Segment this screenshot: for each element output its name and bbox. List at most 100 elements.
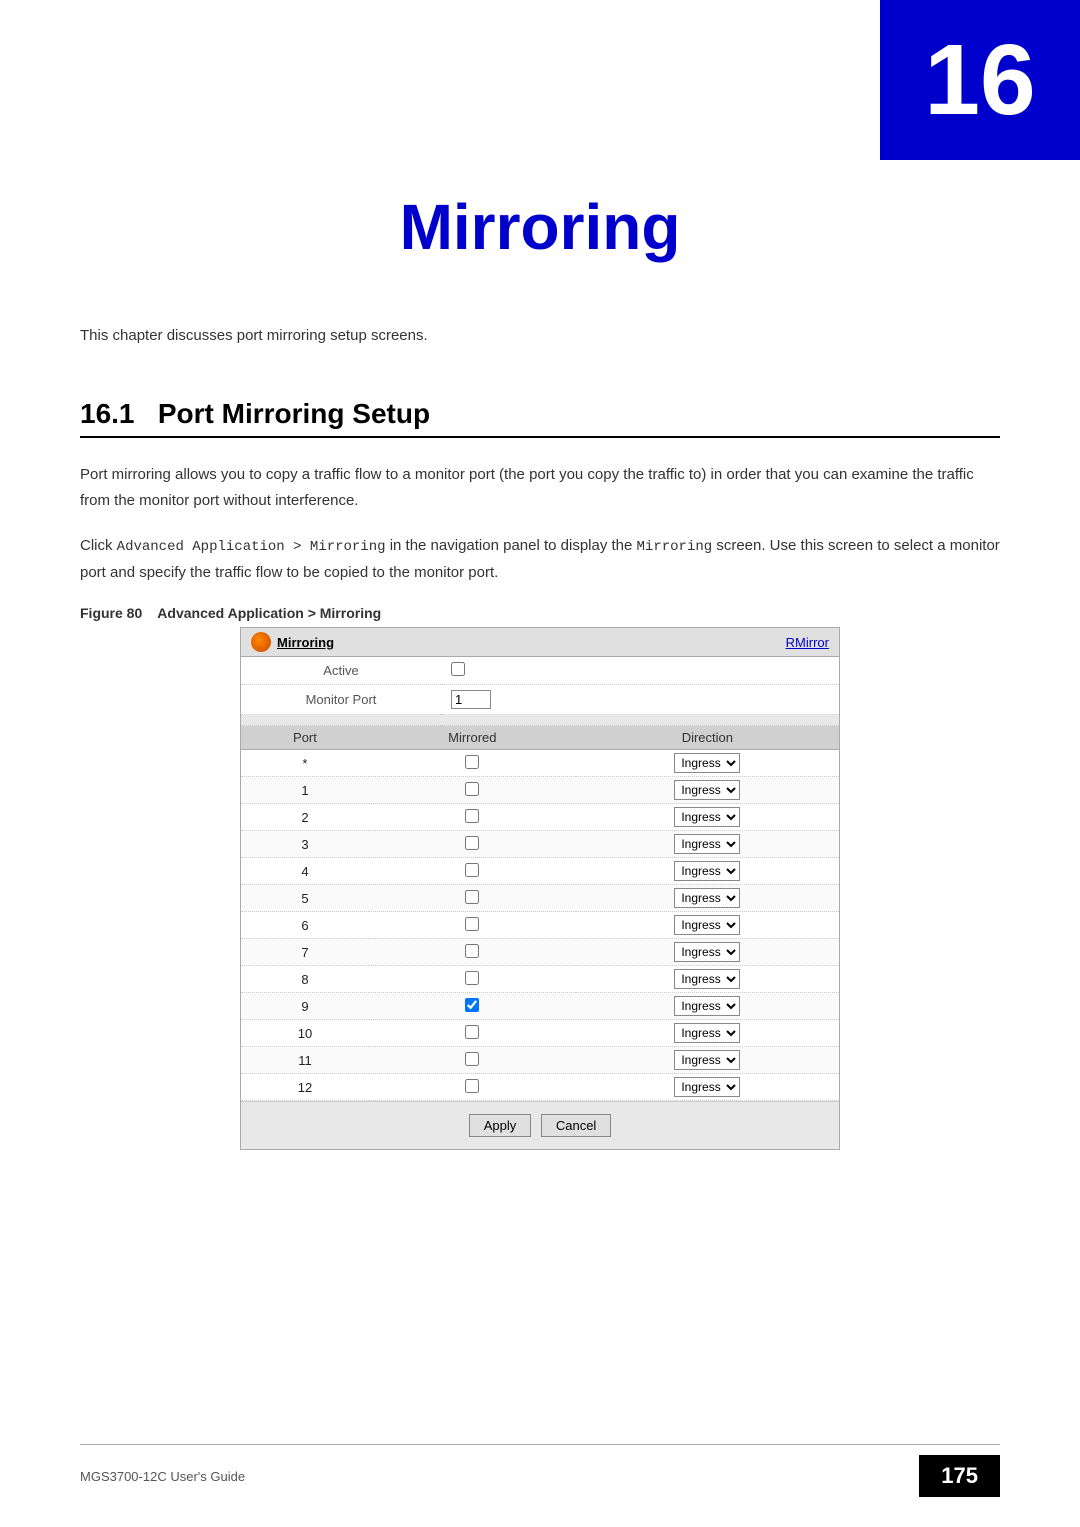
direction-cell: IngressEgressBoth — [576, 993, 839, 1020]
table-row: 12 IngressEgressBoth — [241, 1074, 839, 1101]
port-number: * — [241, 750, 369, 777]
port-number: 4 — [241, 858, 369, 885]
mirrored-checkbox[interactable] — [465, 917, 479, 931]
col-mirrored: Mirrored — [369, 726, 576, 750]
panel-header-left: Mirroring — [251, 632, 334, 652]
port-number: 2 — [241, 804, 369, 831]
figure-label: Figure 80 Advanced Application > Mirrori… — [80, 605, 1000, 621]
direction-select[interactable]: IngressEgressBoth — [674, 861, 740, 881]
ui-panel: Mirroring RMirror Active Monitor Port — [240, 627, 840, 1150]
table-row: 10 IngressEgressBoth — [241, 1020, 839, 1047]
separator-row — [241, 715, 839, 726]
col-direction: Direction — [576, 726, 839, 750]
direction-select[interactable]: IngressEgressBoth — [674, 780, 740, 800]
active-label: Active — [241, 657, 441, 685]
direction-cell: IngressEgressBoth — [576, 939, 839, 966]
direction-select[interactable]: IngressEgressBoth — [674, 915, 740, 935]
direction-select[interactable]: IngressEgressBoth — [674, 996, 740, 1016]
direction-cell: IngressEgressBoth — [576, 912, 839, 939]
chapter-number: 16 — [924, 30, 1035, 130]
direction-select[interactable]: IngressEgressBoth — [674, 753, 740, 773]
mirrored-checkbox[interactable] — [465, 971, 479, 985]
intro-text: This chapter discusses port mirroring se… — [80, 324, 1000, 348]
active-checkbox[interactable] — [451, 662, 465, 676]
port-number: 10 — [241, 1020, 369, 1047]
direction-cell: IngressEgressBoth — [576, 1074, 839, 1101]
direction-cell: IngressEgressBoth — [576, 777, 839, 804]
table-row: * IngressEgressBoth — [241, 750, 839, 777]
body-paragraph-1: Port mirroring allows you to copy a traf… — [80, 462, 1000, 513]
direction-select[interactable]: IngressEgressBoth — [674, 942, 740, 962]
mirrored-checkbox[interactable] — [465, 782, 479, 796]
monitor-port-input[interactable] — [451, 690, 491, 709]
direction-cell: IngressEgressBoth — [576, 858, 839, 885]
direction-cell: IngressEgressBoth — [576, 966, 839, 993]
mirrored-checkbox[interactable] — [465, 755, 479, 769]
mirrored-checkbox[interactable] — [465, 836, 479, 850]
button-row: Apply Cancel — [241, 1101, 839, 1149]
direction-cell: IngressEgressBoth — [576, 831, 839, 858]
port-table: Port Mirrored Direction * IngressEgressBo… — [241, 726, 839, 1101]
config-table: Active Monitor Port — [241, 657, 839, 726]
mirrored-checkbox[interactable] — [465, 890, 479, 904]
chapter-box: 16 — [880, 0, 1080, 160]
direction-select[interactable]: IngressEgressBoth — [674, 969, 740, 989]
section-number: 16.1 — [80, 398, 135, 429]
mirrored-checkbox[interactable] — [465, 1052, 479, 1066]
mirrored-checkbox[interactable] — [465, 944, 479, 958]
table-row: 5 IngressEgressBoth — [241, 885, 839, 912]
direction-select[interactable]: IngressEgressBoth — [674, 888, 740, 908]
mirrored-checkbox[interactable] — [465, 809, 479, 823]
mirrored-cell — [369, 1047, 576, 1074]
mirrored-checkbox[interactable] — [465, 998, 479, 1012]
panel-title: Mirroring — [277, 635, 334, 650]
active-value — [441, 657, 839, 685]
mirrored-cell — [369, 1074, 576, 1101]
direction-cell: IngressEgressBoth — [576, 885, 839, 912]
port-number: 5 — [241, 885, 369, 912]
direction-select[interactable]: IngressEgressBoth — [674, 1023, 740, 1043]
section-title: Port Mirroring Setup — [158, 398, 430, 429]
rmirror-link[interactable]: RMirror — [786, 635, 829, 650]
mirrored-cell — [369, 993, 576, 1020]
apply-button[interactable]: Apply — [469, 1114, 532, 1137]
monitor-port-value — [441, 685, 839, 715]
nav-path-1: Advanced Application > Mirroring — [117, 539, 386, 555]
direction-select[interactable]: IngressEgressBoth — [674, 807, 740, 827]
direction-select[interactable]: IngressEgressBoth — [674, 1077, 740, 1097]
direction-cell: IngressEgressBoth — [576, 804, 839, 831]
port-number: 12 — [241, 1074, 369, 1101]
mirrored-cell — [369, 804, 576, 831]
table-row: 2 IngressEgressBoth — [241, 804, 839, 831]
table-row: 9IngressEgressBoth — [241, 993, 839, 1020]
mirrored-cell — [369, 858, 576, 885]
table-row: 1IngressEgressBoth — [241, 777, 839, 804]
table-row: 11 IngressEgressBoth — [241, 1047, 839, 1074]
table-row: 6IngressEgressBoth — [241, 912, 839, 939]
section-heading: 16.1 Port Mirroring Setup — [80, 398, 1000, 438]
direction-select[interactable]: IngressEgressBoth — [674, 834, 740, 854]
mirrored-cell — [369, 885, 576, 912]
mirrored-cell — [369, 966, 576, 993]
port-number: 8 — [241, 966, 369, 993]
mirrored-checkbox[interactable] — [465, 1079, 479, 1093]
direction-cell: IngressEgressBoth — [576, 1047, 839, 1074]
cancel-button[interactable]: Cancel — [541, 1114, 611, 1137]
mirrored-cell — [369, 1020, 576, 1047]
body-paragraph-2: Click Advanced Application > Mirroring i… — [80, 533, 1000, 585]
table-row: 3IngressEgressBoth — [241, 831, 839, 858]
direction-select[interactable]: IngressEgressBoth — [674, 1050, 740, 1070]
mirrored-cell — [369, 912, 576, 939]
page-number: 175 — [919, 1455, 1000, 1497]
body2-part2: in the navigation panel to display the — [390, 537, 637, 554]
mirrored-cell — [369, 831, 576, 858]
chapter-title: Mirroring — [80, 190, 1000, 264]
mirrored-checkbox[interactable] — [465, 1025, 479, 1039]
panel-header: Mirroring RMirror — [241, 628, 839, 657]
page-footer: MGS3700-12C User's Guide 175 — [80, 1444, 1000, 1497]
col-port: Port — [241, 726, 369, 750]
monitor-port-label: Monitor Port — [241, 685, 441, 715]
mirrored-checkbox[interactable] — [465, 863, 479, 877]
direction-cell: IngressEgressBoth — [576, 750, 839, 777]
port-number: 11 — [241, 1047, 369, 1074]
